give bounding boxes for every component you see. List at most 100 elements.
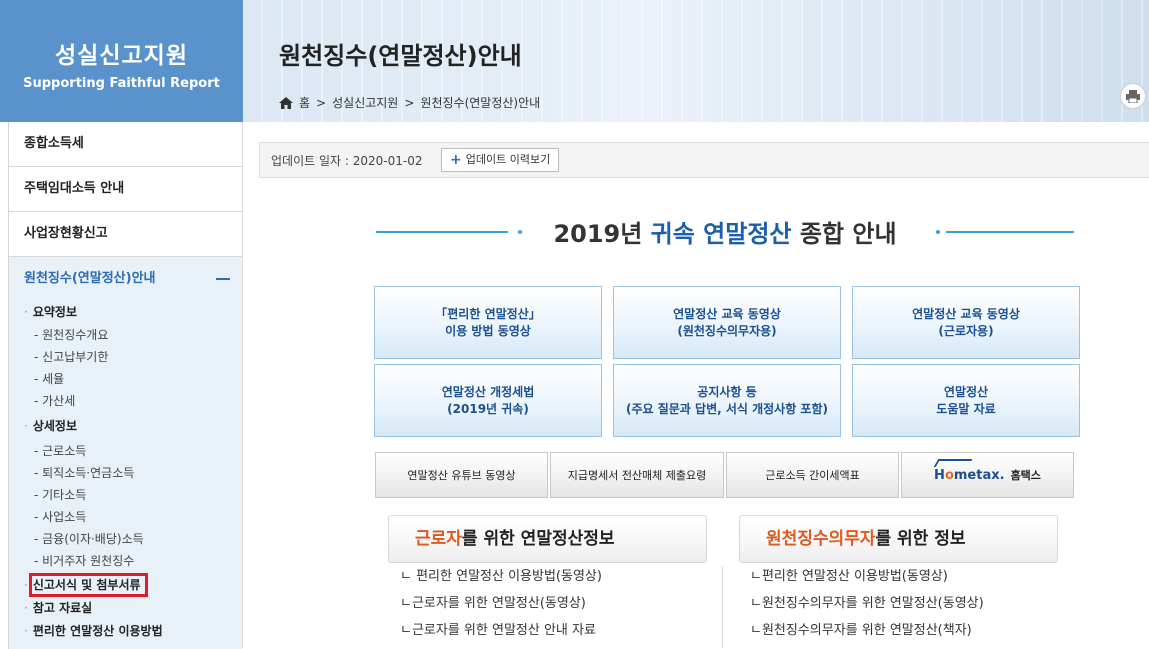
button-line: 도움말 자료 xyxy=(936,401,996,416)
bullet-icon: · xyxy=(24,578,28,592)
sidebar-item-rental-income[interactable]: 주택임대소득 안내 xyxy=(8,167,242,212)
submenu-link[interactable]: - 원천징수개요 xyxy=(24,324,242,346)
hometax-button[interactable]: Hometax. 홈택스 xyxy=(901,452,1074,498)
submenu-guide[interactable]: · 편리한 연말정산 이용방법 xyxy=(24,620,242,643)
notice-button[interactable]: 공지사항 등 (주요 질문과 답변, 서식 개정사항 포함) xyxy=(613,364,841,437)
breadcrumb-section[interactable]: 성실신고지원 xyxy=(332,94,398,111)
worker-title-rest: 를 위한 연말정산정보 xyxy=(461,529,615,549)
button-label: 홈택스 xyxy=(1010,469,1041,482)
withholder-link[interactable]: ㄴ원천징수의무자를 위한 연말정산(동영상) xyxy=(750,593,984,620)
button-label: 지급명세서 전산매체 제출요령 xyxy=(567,469,707,482)
withholder-section-header: 원천징수의무자를 위한 정보 xyxy=(739,515,1058,563)
bullet-icon: · xyxy=(24,601,28,615)
sidebar-item-income-tax[interactable]: 종합소득세 xyxy=(8,122,242,167)
sidebar: 종합소득세 주택임대소득 안내 사업장현황신고 원천징수(연말정산)안내 · 요약… xyxy=(8,122,243,649)
sidebar-active-header[interactable]: 원천징수(연말정산)안내 xyxy=(9,257,242,301)
tax-revision-button[interactable]: 연말정산 개정세법 (2019년 귀속) xyxy=(374,364,602,437)
button-line: 공지사항 등 xyxy=(697,384,757,399)
button-line: 연말정산 xyxy=(943,384,989,399)
electronic-submission-button[interactable]: 지급명세서 전산매체 제출요령 xyxy=(550,452,724,498)
bullet-icon: · xyxy=(24,305,28,319)
section-divider xyxy=(722,566,723,648)
worker-links: ㄴ 편리한 연말정산 이용방법(동영상) ㄴ근로자를 위한 연말정산(동영상) … xyxy=(400,566,602,647)
worker-link[interactable]: ㄴ근로자를 위한 연말정산 안내 자료 xyxy=(400,620,602,647)
worker-education-video-button[interactable]: 연말정산 교육 동영상 (근로자용) xyxy=(852,286,1080,359)
submenu-link[interactable]: - 신고납부기한 xyxy=(24,346,242,368)
submenu-detail-label: 상세정보 xyxy=(32,419,77,433)
withholder-link[interactable]: ㄴ원천징수의무자를 위한 연말정산(책자) xyxy=(750,620,984,647)
update-date: 업데이트 일자 : 2020-01-02 xyxy=(271,154,423,168)
submenu-link[interactable]: - 가산세 xyxy=(24,390,242,412)
button-label: 근로소득 간이세액표 xyxy=(765,469,860,482)
button-line: 연말정산 개정세법 xyxy=(441,384,535,399)
submenu-summary[interactable]: · 요약정보 xyxy=(24,301,242,324)
worker-link[interactable]: ㄴ근로자를 위한 연말정산(동영상) xyxy=(400,593,602,620)
button-line: (2019년 귀속) xyxy=(447,401,529,416)
breadcrumb-separator: > xyxy=(404,95,415,110)
collapse-icon[interactable] xyxy=(216,278,230,280)
sidebar-active-label: 원천징수(연말정산)안내 xyxy=(24,271,156,286)
update-bar: 업데이트 일자 : 2020-01-02 + 업데이트 이력보기 xyxy=(259,142,1149,178)
button-line: 연말정산 교육 동영상 xyxy=(673,306,781,321)
withholder-education-video-button[interactable]: 연말정산 교육 동영상 (원천징수의무자용) xyxy=(613,286,841,359)
submenu-guide-label: 편리한 연말정산 이용방법 xyxy=(32,624,163,638)
site-logo[interactable]: 성실신고지원 Supporting Faithful Report xyxy=(0,0,243,122)
button-line: 「편리한 연말정산」 xyxy=(435,306,541,321)
button-line: 연말정산 교육 동영상 xyxy=(912,306,1020,321)
main-heading-text: 2019년 귀속 연말정산 종합 안내 xyxy=(376,214,1074,249)
submenu-summary-label: 요약정보 xyxy=(32,305,77,319)
breadcrumb: 홈 > 성실신고지원 > 원천징수(연말정산)안내 xyxy=(279,94,540,111)
simplified-tax-table-button[interactable]: 근로소득 간이세액표 xyxy=(726,452,899,498)
easy-settlement-video-button[interactable]: 「편리한 연말정산」 이용 방법 동영상 xyxy=(374,286,602,359)
withholder-links: ㄴ편리한 연말정산 이용방법(동영상) ㄴ원천징수의무자를 위한 연말정산(동영… xyxy=(750,566,984,647)
logo-title: 성실신고지원 xyxy=(55,43,188,69)
heading-accent: 귀속 연말정산 xyxy=(650,220,792,248)
breadcrumb-current[interactable]: 원천징수(연말정산)안내 xyxy=(420,94,540,111)
submenu-link[interactable]: - 퇴직소득·연금소득 xyxy=(24,462,242,484)
sidebar-item-business-report[interactable]: 사업장현황신고 xyxy=(8,212,242,257)
button-line: (주요 질문과 답변, 서식 개정사항 포함) xyxy=(625,401,829,416)
hometax-logo: Hometax. xyxy=(933,458,1005,483)
button-line: (근로자용) xyxy=(938,323,994,338)
page-title: 원천징수(연말정산)안내 xyxy=(279,42,522,70)
submenu-link[interactable]: - 세율 xyxy=(24,368,242,390)
logo-subtitle: Supporting Faithful Report xyxy=(23,76,220,91)
breadcrumb-home[interactable]: 홈 xyxy=(299,94,310,111)
worker-link[interactable]: ㄴ 편리한 연말정산 이용방법(동영상) xyxy=(400,566,602,593)
submenu-link[interactable]: - 금융(이자·배당)소득 xyxy=(24,528,242,550)
button-line: (원천징수의무자용) xyxy=(677,323,777,338)
heading-prefix: 2019년 xyxy=(553,220,651,248)
youtube-video-button[interactable]: 연말정산 유튜브 동영상 xyxy=(375,452,548,498)
submenu-detail[interactable]: · 상세정보 xyxy=(24,415,242,438)
bullet-icon: · xyxy=(24,419,28,433)
submenu-link[interactable]: - 비거주자 원천징수 xyxy=(24,550,242,572)
submenu-forms[interactable]: · 신고서식 및 첨부서류 xyxy=(24,573,242,597)
withholder-title-accent: 원천징수의무자 xyxy=(766,529,876,549)
submenu-link[interactable]: - 기타소득 xyxy=(24,484,242,506)
sidebar-item-withholding: 원천징수(연말정산)안내 · 요약정보 - 원천징수개요 - 신고납부기한 - 세… xyxy=(8,257,242,649)
update-history-button[interactable]: + 업데이트 이력보기 xyxy=(441,148,560,172)
breadcrumb-separator: > xyxy=(316,95,327,110)
update-history-label: 업데이트 이력보기 xyxy=(465,153,551,166)
worker-section-header: 근로자를 위한 연말정산정보 xyxy=(388,515,707,563)
main-heading: 2019년 귀속 연말정산 종합 안내 xyxy=(376,212,1074,252)
withholder-link[interactable]: ㄴ편리한 연말정산 이용방법(동영상) xyxy=(750,566,984,593)
submenu-link[interactable]: - 사업소득 xyxy=(24,506,242,528)
bullet-icon: · xyxy=(24,624,28,638)
submenu-references[interactable]: · 참고 자료실 xyxy=(24,597,242,620)
button-line: 이용 방법 동영상 xyxy=(445,323,531,338)
home-icon xyxy=(279,96,293,109)
sidebar-submenu: · 요약정보 - 원천징수개요 - 신고납부기한 - 세율 - 가산세 · 상세정보… xyxy=(9,301,242,643)
highlighted-menu-label: 신고서식 및 첨부서류 xyxy=(28,573,148,597)
submenu-references-label: 참고 자료실 xyxy=(32,601,93,615)
button-label: 연말정산 유튜브 동영상 xyxy=(407,469,516,482)
help-materials-button[interactable]: 연말정산 도움말 자료 xyxy=(852,364,1080,437)
worker-title-accent: 근로자 xyxy=(415,529,462,549)
withholder-title-rest: 를 위한 정보 xyxy=(875,529,966,549)
plus-icon: + xyxy=(450,152,462,168)
print-button[interactable] xyxy=(1120,83,1146,109)
page-header: 원천징수(연말정산)안내 홈 > 성실신고지원 > 원천징수(연말정산)안내 xyxy=(243,0,1149,122)
submenu-link[interactable]: - 근로소득 xyxy=(24,440,242,462)
printer-icon xyxy=(1126,89,1140,103)
heading-suffix: 종합 안내 xyxy=(791,220,897,248)
